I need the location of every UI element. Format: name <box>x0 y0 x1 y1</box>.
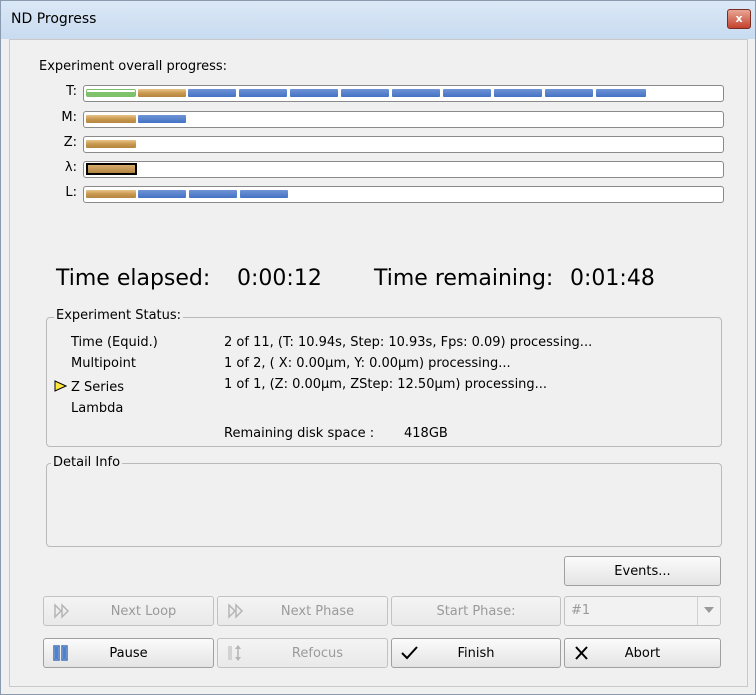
progress-row-label-lambda: λ: <box>64 160 77 175</box>
refocus-button[interactable]: Refocus <box>217 638 388 668</box>
progress-track-lambda <box>83 161 724 178</box>
status-item-multipoint: Multipoint <box>71 356 136 371</box>
progress-segment-pending <box>545 89 593 97</box>
progress-track-t <box>83 85 724 102</box>
dropdown-arrow[interactable] <box>697 597 720 625</box>
progress-segment-pending <box>138 190 186 198</box>
status-item-time: Time (Equid.) <box>71 335 158 350</box>
progress-segment-pending <box>494 89 542 97</box>
title-bar: ND Progress x <box>1 1 755 39</box>
skip-forward-icon <box>228 603 244 619</box>
pause-icon <box>53 645 68 661</box>
progress-segment-current <box>138 89 186 97</box>
refocus-label: Refocus <box>291 645 344 661</box>
finish-label: Finish <box>457 645 495 661</box>
abort-button[interactable]: Abort <box>564 638 721 668</box>
disk-space-label: Remaining disk space : <box>224 426 375 441</box>
progress-segment-pending <box>138 115 186 123</box>
progress-segment-pending <box>240 190 288 198</box>
refocus-icon <box>228 645 241 661</box>
pause-label: Pause <box>109 645 148 661</box>
time-elapsed-value: 0:00:12 <box>237 266 322 291</box>
nd-progress-window: ND Progress x Experiment overall progres… <box>0 0 756 695</box>
progress-segment-pending <box>290 89 338 97</box>
experiment-status-title: Experiment Status: <box>54 308 184 323</box>
progress-segment-active <box>86 163 137 175</box>
progress-segment-current <box>86 115 136 123</box>
progress-segment-current <box>86 140 136 148</box>
status-detail-zseries: 1 of 1, (Z: 0.00µm, ZStep: 12.50µm) proc… <box>224 377 548 392</box>
next-loop-button[interactable]: Next Loop <box>43 596 214 626</box>
next-phase-label: Next Phase <box>280 603 355 619</box>
progress-segment-pending <box>596 89 646 97</box>
start-phase-button[interactable]: Start Phase: <box>391 596 561 626</box>
progress-track-l <box>83 186 724 203</box>
arrow-right-icon <box>54 380 67 392</box>
next-phase-button[interactable]: Next Phase <box>217 596 388 626</box>
progress-track-m <box>83 111 724 128</box>
progress-segment-done <box>86 89 136 97</box>
disk-space-value: 418GB <box>404 426 448 441</box>
progress-row-label-m: M: <box>61 110 77 125</box>
progress-track-z <box>83 136 724 153</box>
abort-label: Abort <box>624 645 661 661</box>
status-item-lambda: Lambda <box>71 401 124 416</box>
progress-row-label-l: L: <box>65 185 77 200</box>
status-detail-time: 2 of 11, (T: 10.94s, Step: 10.93s, Fps: … <box>224 335 593 350</box>
progress-segment-pending <box>443 89 491 97</box>
phase-select[interactable]: #1 <box>564 596 721 626</box>
progress-heading: Experiment overall progress: <box>39 59 228 74</box>
pause-button[interactable]: Pause <box>43 638 214 668</box>
progress-segment-pending <box>341 89 389 97</box>
detail-info-group <box>46 463 722 547</box>
close-icon[interactable]: x <box>727 9 751 29</box>
time-remaining-label: Time remaining: <box>374 266 554 291</box>
progress-segment-pending <box>189 190 237 198</box>
progress-row-label-t: T: <box>66 84 77 99</box>
x-icon <box>575 646 588 660</box>
events-button[interactable]: Events... <box>564 556 721 586</box>
skip-forward-icon <box>54 603 70 619</box>
window-title: ND Progress <box>11 11 97 27</box>
status-item-zseries: Z Series <box>71 380 125 395</box>
progress-segment-pending <box>188 89 236 97</box>
detail-info-title: Detail Info <box>51 455 123 470</box>
progress-row-label-z: Z: <box>63 135 77 150</box>
next-loop-label: Next Loop <box>110 603 177 619</box>
checkmark-icon <box>401 646 418 660</box>
time-remaining-value: 0:01:48 <box>570 266 655 291</box>
progress-segment-pending <box>239 89 287 97</box>
progress-segment-current <box>86 190 136 198</box>
time-elapsed-label: Time elapsed: <box>56 266 211 291</box>
status-detail-multipoint: 1 of 2, ( X: 0.00µm, Y: 0.00µm) processi… <box>224 356 511 371</box>
phase-select-value: #1 <box>571 603 591 618</box>
finish-button[interactable]: Finish <box>391 638 561 668</box>
progress-segment-pending <box>392 89 440 97</box>
chevron-down-icon <box>704 607 714 613</box>
